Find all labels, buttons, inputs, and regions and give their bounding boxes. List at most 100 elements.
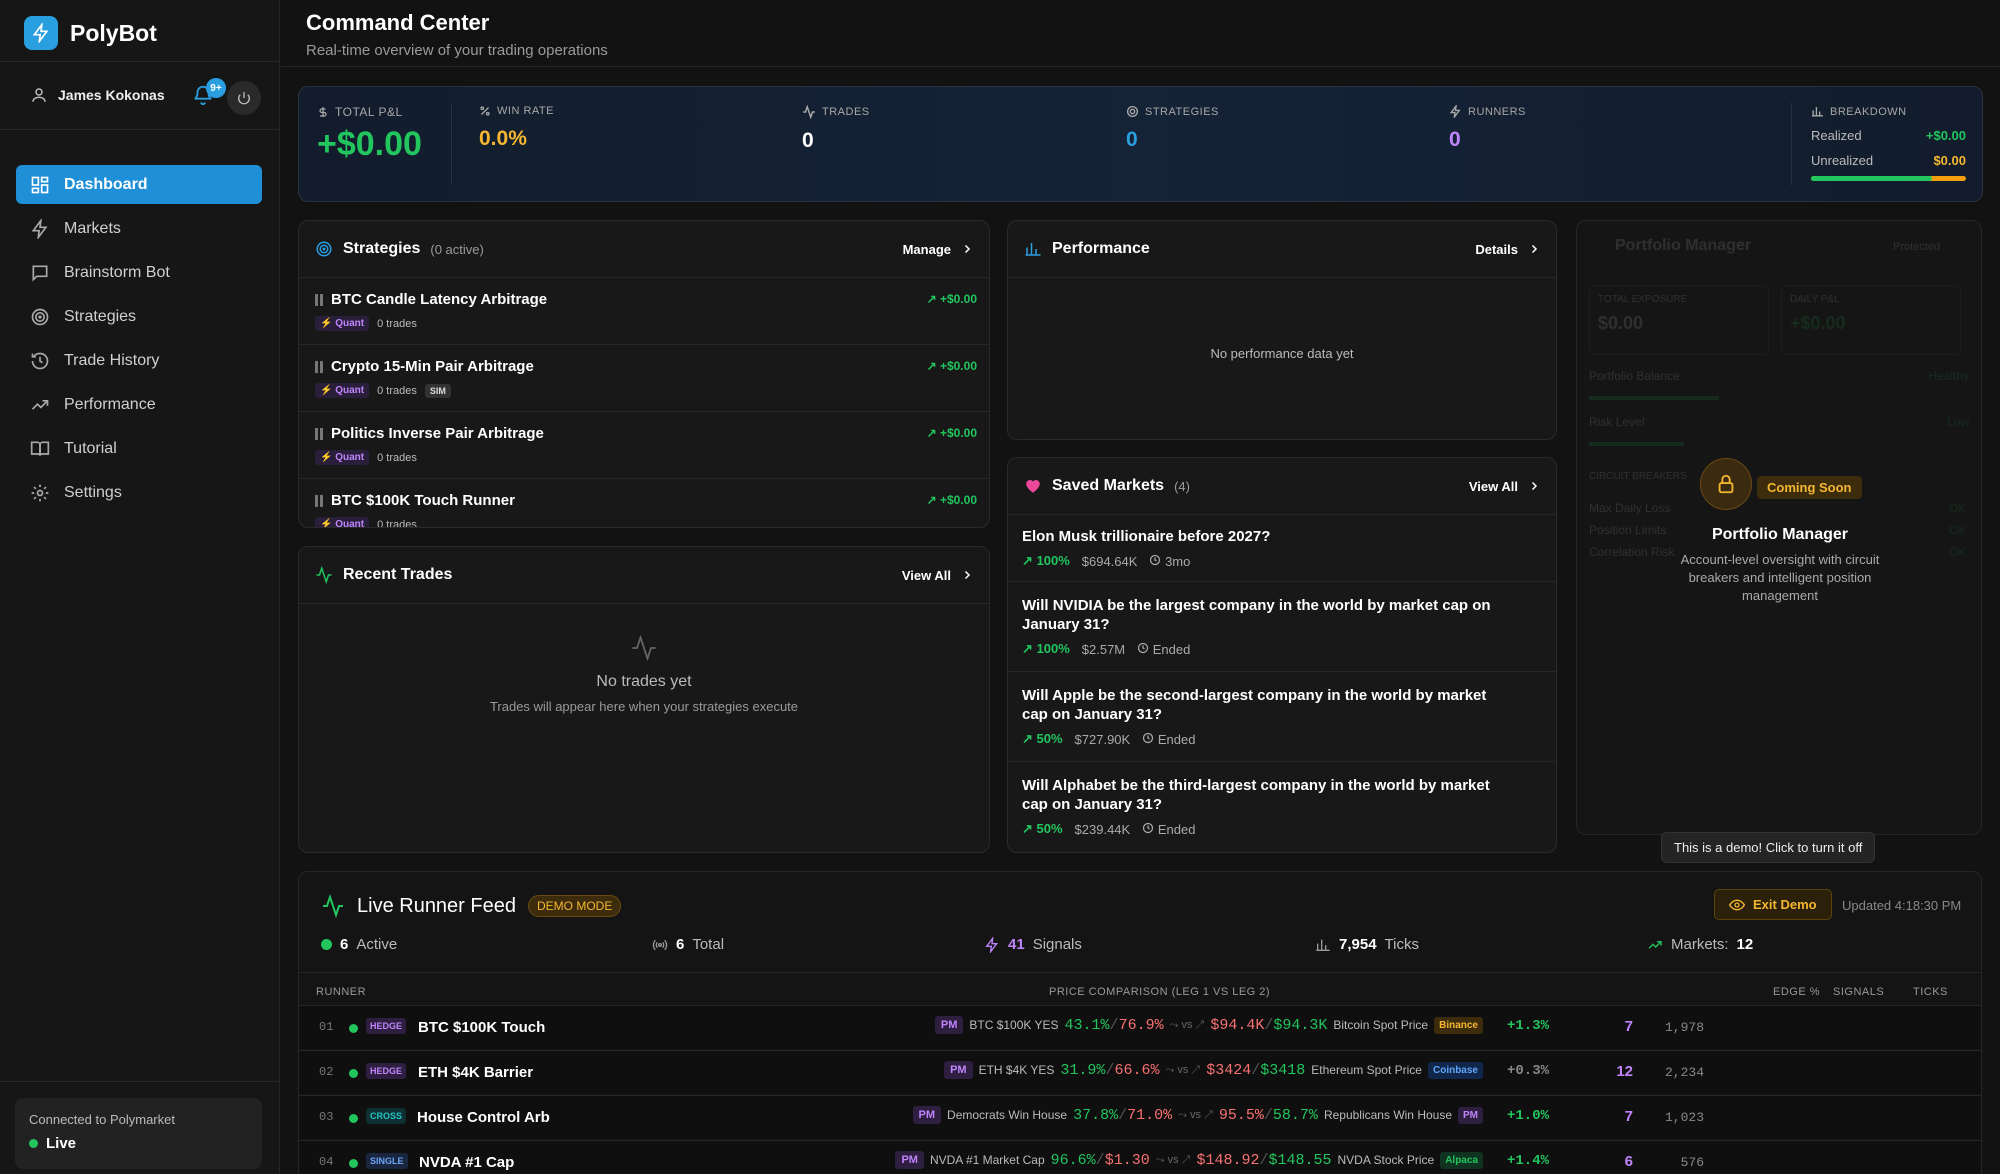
trades-value: 0	[802, 129, 814, 152]
leg1-source: PM	[895, 1151, 924, 1169]
bolt-icon	[24, 16, 58, 50]
nav-item-markets[interactable]: Markets	[16, 209, 262, 248]
ticks-value: 576	[1680, 1155, 1704, 1170]
runner-name: House Control Arb	[417, 1109, 550, 1126]
runner-row[interactable]: 01 HEDGE BTC $100K Touch PM BTC $100K YES 43.…	[299, 1005, 1981, 1049]
market-time: Ended	[1142, 822, 1195, 837]
activity-icon	[630, 634, 658, 662]
price-comparison: PM ETH $4K YES 31.9%/66.6% ⤳ vs ↗ $3424/$341…	[944, 1061, 1483, 1079]
nav-label: Settings	[64, 483, 122, 501]
portfolio-title: Portfolio Manager	[1711, 526, 1848, 543]
trend-icon: ↗	[1181, 1153, 1191, 1166]
bar-chart-icon	[1024, 240, 1042, 258]
saved-markets-card: Saved Markets (4) View All Elon Musk tri…	[1007, 457, 1557, 853]
market-title: Will NVIDIA be the largest company in th…	[1022, 597, 1491, 633]
view-all-label: View All	[901, 567, 951, 583]
signals-count: 41	[1008, 936, 1025, 953]
saved-market-item[interactable]: Will Alphabet be the third-largest compa…	[1008, 762, 1556, 851]
market-volume: $2.57M	[1081, 641, 1126, 657]
runner-name: NVDA #1 Cap	[419, 1154, 515, 1171]
saved-count: (4)	[1174, 478, 1190, 494]
runner-row[interactable]: 04 SINGLE NVDA #1 Cap PM NVDA #1 Market Cap 9…	[299, 1140, 1981, 1174]
demo-tooltip[interactable]: This is a demo! Click to turn it off	[1661, 832, 1876, 863]
runner-type-badge: HEDGE	[366, 1018, 407, 1034]
view-all-trades-button[interactable]: View All	[902, 568, 973, 583]
page-header: Command Center Real-time overview of you…	[306, 10, 608, 59]
trend-icon: ↗	[1191, 1063, 1201, 1076]
leg1-value-a: 31.9%	[1060, 1061, 1106, 1079]
signals-value: 7	[1624, 1108, 1633, 1125]
strategy-item[interactable]: Crypto 15-Min Pair Arbitrage ↗ +$0.00 ⚡ …	[299, 345, 989, 412]
strategy-item[interactable]: BTC Candle Latency Arbitrage ↗ +$0.00 ⚡ …	[299, 278, 989, 345]
empty-state: No trades yet Trades will appear here wh…	[299, 634, 989, 714]
pnl-value: +$0.00	[317, 125, 422, 163]
ghost-b1: Max Daily Loss	[1589, 501, 1671, 515]
ghost-low: Low	[1946, 415, 1969, 429]
leg2-value-a: $3424	[1206, 1061, 1252, 1079]
nav-item-trade-history[interactable]: Trade History	[16, 341, 262, 380]
signals-value: 12	[1616, 1063, 1633, 1080]
runners-value: 0	[1449, 128, 1461, 151]
nav-item-brainstorm-bot[interactable]: Brainstorm Bot	[16, 253, 262, 292]
divider	[281, 66, 2000, 67]
nav-item-settings[interactable]: Settings	[16, 473, 262, 512]
notifications-button[interactable]: 9+	[192, 78, 226, 111]
nav-item-dashboard[interactable]: Dashboard	[16, 165, 262, 204]
details-label: Details	[1475, 241, 1518, 257]
leg1-value-a: 96.6%	[1050, 1151, 1096, 1169]
portfolio-description: Account-level oversight with circuit bre…	[1680, 552, 1880, 603]
nav-item-strategies[interactable]: Strategies	[16, 297, 262, 336]
sim-tag: SIM	[424, 383, 451, 398]
lock-icon	[1700, 458, 1752, 510]
trend-icon: ⤳	[1165, 1063, 1175, 1076]
price-comparison: PM NVDA #1 Market Cap 96.6%/$1.30 ⤳ vs ↗ $14…	[895, 1151, 1483, 1169]
nav-item-performance[interactable]: Performance	[16, 385, 262, 424]
runner-row[interactable]: 03 CROSS House Control Arb PM Democrats Win …	[299, 1095, 1981, 1139]
total-count: 6	[676, 936, 685, 953]
card-title: Strategies	[343, 240, 421, 257]
strategy-item[interactable]: BTC $100K Touch Runner ↗ +$0.00 ⚡ Quant 0…	[299, 479, 989, 527]
view-all-markets-button[interactable]: View All	[1469, 479, 1540, 494]
nav-label: Markets	[64, 219, 121, 237]
active-count: 6	[340, 936, 349, 953]
manage-button[interactable]: Manage	[903, 242, 973, 257]
ticks-stat: 7,954 Ticks	[1315, 936, 1419, 953]
empty-title: No trades yet	[596, 673, 692, 690]
market-time: 3mo	[1149, 554, 1190, 569]
saved-market-item[interactable]: Elon Musk trillionaire before 2027? ↗ 10…	[1008, 515, 1556, 582]
exit-demo-button[interactable]: Exit Demo	[1714, 889, 1832, 920]
leg2-label: Republicans Win House	[1323, 1108, 1452, 1122]
history-icon	[30, 351, 50, 371]
unrealized-label: Unrealized	[1811, 153, 1874, 168]
strategy-item[interactable]: Politics Inverse Pair Arbitrage ↗ +$0.00…	[299, 412, 989, 479]
col-runner: RUNNER	[316, 986, 367, 998]
empty-subtitle: Trades will appear here when your strate…	[489, 699, 799, 714]
nav-label: Performance	[64, 395, 156, 413]
breakdown-label: BREAKDOWN	[1830, 105, 1907, 118]
gear-icon	[30, 483, 50, 503]
nav-item-tutorial[interactable]: Tutorial	[16, 429, 262, 468]
book-icon	[30, 439, 50, 459]
bolt-icon	[984, 936, 1000, 953]
saved-market-item[interactable]: Will Apple be the second-largest company…	[1008, 672, 1556, 762]
demo-mode-badge: DEMO MODE	[527, 895, 622, 917]
signals-label: Signals	[1032, 936, 1082, 953]
connection-state: Live	[46, 1135, 77, 1152]
saved-market-item[interactable]: Will NVIDIA be the largest company in th…	[1008, 582, 1556, 672]
empty-state: No performance data yet	[1210, 346, 1354, 361]
market-volume: $727.90K	[1074, 731, 1131, 747]
leg2-value-b: 58.7%	[1272, 1106, 1318, 1124]
activity-icon	[321, 894, 345, 918]
clock-icon	[1142, 732, 1154, 744]
logout-button[interactable]	[227, 81, 261, 115]
activity-icon	[315, 566, 333, 584]
app-logo[interactable]: PolyBot	[24, 16, 157, 50]
market-time: Ended	[1142, 732, 1195, 747]
details-button[interactable]: Details	[1475, 242, 1540, 257]
user-profile[interactable]: James Kokonas	[30, 86, 165, 104]
market-odds: ↗ 100%	[1022, 641, 1070, 656]
pause-icon	[315, 494, 323, 507]
leg2-value-a: $148.92	[1196, 1151, 1260, 1169]
runner-row[interactable]: 02 HEDGE ETH $4K Barrier PM ETH $4K YES 31.9%…	[299, 1050, 1981, 1094]
vs-separator: ⤳ vs ↗	[1165, 1063, 1201, 1076]
